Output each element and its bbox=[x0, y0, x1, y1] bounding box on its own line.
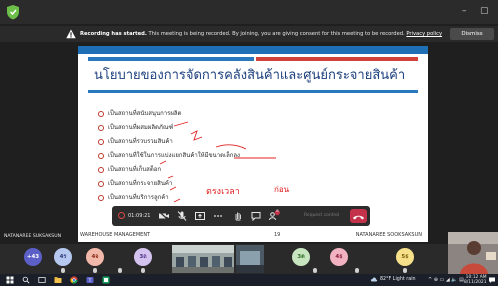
shield-icon bbox=[7, 5, 19, 20]
minimize-icon[interactable]: – bbox=[462, 6, 467, 16]
wave-mark bbox=[215, 144, 247, 150]
app-icon[interactable] bbox=[102, 276, 110, 284]
teams-meeting-window: – ▢ Recording has started. This meeting … bbox=[0, 0, 498, 286]
notifications-icon[interactable] bbox=[488, 276, 496, 284]
privacy-policy-link[interactable]: Privacy policy bbox=[406, 31, 442, 37]
participant-avatar[interactable]: 4ธ bbox=[330, 248, 348, 266]
restore-icon[interactable]: ▢ bbox=[480, 6, 489, 16]
classroom-video bbox=[172, 245, 234, 273]
participant-video-tile[interactable] bbox=[236, 245, 264, 273]
raise-hand-icon[interactable] bbox=[232, 210, 244, 222]
windows-taskbar: T 82°F Light rain ^ ⊕ ▭ ◢ 🔈 ▤ 10:12 AM 8… bbox=[0, 274, 498, 286]
slide-footer-left: WAREHOUSE MANAGEMENT bbox=[80, 232, 151, 238]
more-participants-avatar[interactable]: +43 bbox=[24, 248, 42, 266]
chat-icon[interactable] bbox=[250, 210, 262, 222]
check-mark-3 bbox=[159, 160, 167, 165]
svg-text:T: T bbox=[88, 278, 92, 284]
participant-avatar[interactable]: 3ถ bbox=[134, 248, 152, 266]
search-icon[interactable] bbox=[22, 276, 30, 284]
participant-video bbox=[236, 245, 264, 273]
file-explorer-icon[interactable] bbox=[54, 276, 62, 284]
self-video-tile[interactable] bbox=[448, 232, 498, 274]
recording-indicator-icon bbox=[118, 212, 125, 219]
mic-icon bbox=[403, 268, 407, 273]
share-screen-icon[interactable] bbox=[194, 210, 206, 222]
mic-off-icon[interactable] bbox=[176, 210, 188, 222]
check-mark-6 bbox=[173, 198, 181, 203]
recording-message: Recording has started. This meeting is b… bbox=[80, 29, 442, 39]
participant-strip: +43 4ร 4จ 3ถ 3ต 4ธ 5ธ bbox=[0, 244, 498, 274]
chrome-icon[interactable] bbox=[70, 276, 78, 284]
meeting-toolbar: 01:09:21 8 Request control bbox=[112, 206, 370, 226]
participant-avatar[interactable]: 5ธ bbox=[396, 248, 414, 266]
mic-icon bbox=[141, 268, 145, 273]
mic-icon bbox=[118, 268, 122, 273]
check-mark-1 bbox=[173, 121, 189, 127]
camera-off-icon[interactable] bbox=[158, 210, 170, 222]
clock-date: 8/11/2021 bbox=[464, 280, 487, 285]
request-control-button[interactable]: Request control bbox=[304, 210, 346, 222]
more-options-icon[interactable] bbox=[212, 210, 224, 222]
weather-icon bbox=[370, 277, 378, 282]
self-video bbox=[448, 232, 498, 274]
slide-page-number: 19 bbox=[274, 232, 281, 238]
participants-count-badge: 8 bbox=[276, 207, 279, 213]
participant-avatar[interactable]: 4จ bbox=[86, 248, 104, 266]
mic-icon bbox=[93, 268, 97, 273]
hang-up-icon bbox=[353, 215, 364, 220]
recording-text: This meeting is being recorded. By joini… bbox=[148, 31, 405, 37]
meeting-timer: 01:09:21 bbox=[128, 213, 151, 219]
system-tray-icons[interactable]: ^ ⊕ ▭ ◢ 🔈 ▤ bbox=[428, 276, 464, 284]
recording-title: Recording has started. bbox=[80, 31, 147, 37]
weather-text: 82°F Light rain bbox=[380, 277, 416, 282]
taskbar-clock[interactable]: 10:12 AM 8/11/2021 bbox=[464, 275, 487, 285]
participant-video-tile[interactable] bbox=[172, 245, 234, 273]
participant-avatar[interactable]: 4ร bbox=[54, 248, 72, 266]
annotation-on-time: ตรงเวลา bbox=[206, 187, 240, 197]
mic-icon bbox=[61, 268, 65, 273]
presenter-name-left: NATANAREE SUKSAKSUN bbox=[4, 234, 62, 239]
participant-avatar[interactable]: 3ต bbox=[292, 248, 310, 266]
warning-icon bbox=[66, 29, 76, 39]
mic-icon bbox=[355, 268, 359, 273]
check-mark-2 bbox=[190, 130, 203, 141]
mic-icon bbox=[313, 268, 317, 273]
title-bar: – ▢ bbox=[0, 0, 498, 24]
slide-footer-right: NATANAREE SOOKSAKSUN bbox=[355, 232, 422, 238]
leave-call-button[interactable] bbox=[350, 209, 367, 223]
dismiss-button[interactable]: Dismiss bbox=[450, 28, 494, 40]
check-mark-4 bbox=[167, 175, 174, 179]
annotation-before: ก่อน bbox=[274, 185, 290, 194]
teams-icon[interactable]: T bbox=[86, 276, 94, 284]
recording-banner: Recording has started. This meeting is b… bbox=[0, 26, 498, 42]
task-view-icon[interactable] bbox=[38, 276, 46, 284]
check-mark-5 bbox=[169, 186, 177, 191]
windows-start-icon[interactable] bbox=[6, 276, 14, 284]
